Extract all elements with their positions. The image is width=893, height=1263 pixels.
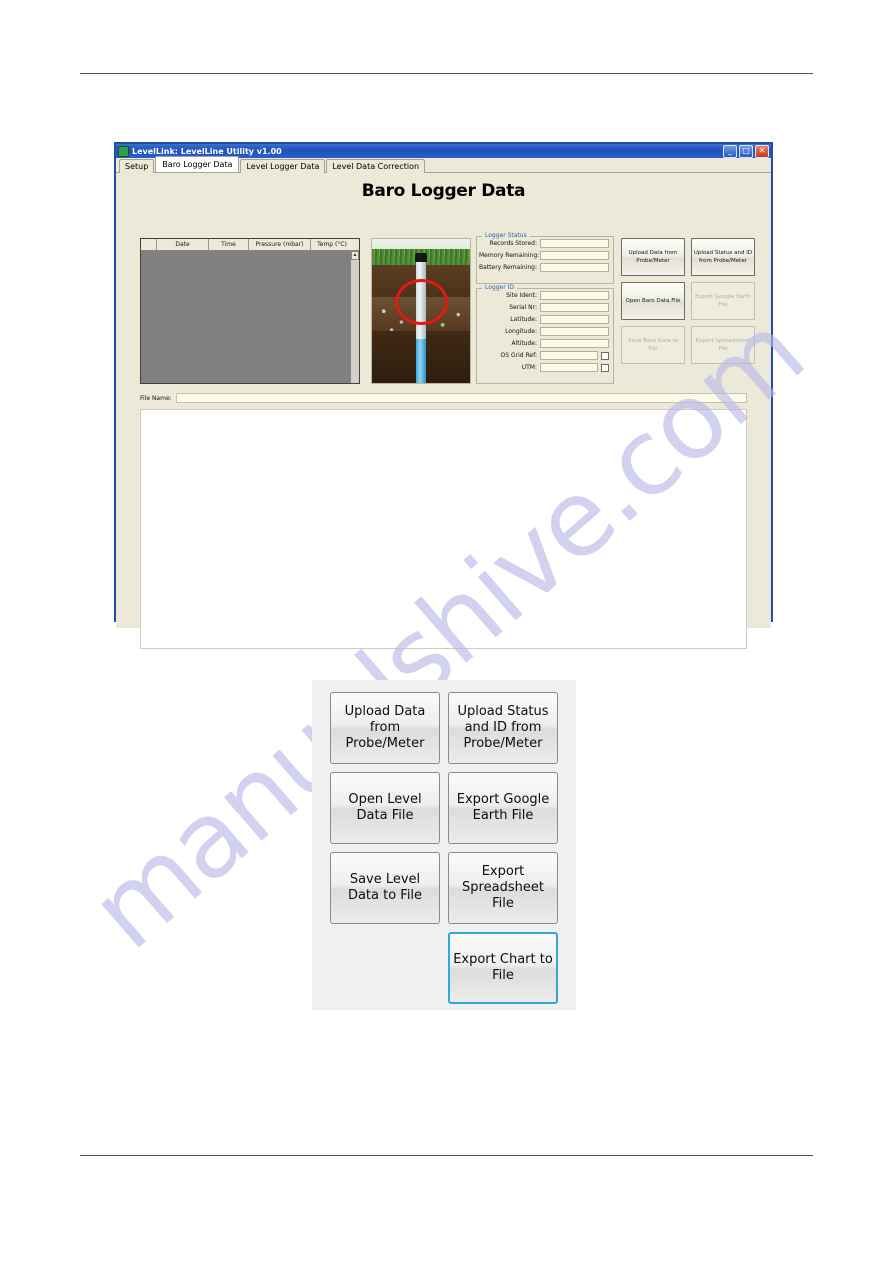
app-icon bbox=[118, 145, 129, 157]
grid-col-pressure: Pressure (mbar) bbox=[249, 239, 311, 250]
probe-lower-body bbox=[416, 339, 426, 383]
footer-rule bbox=[80, 1155, 813, 1156]
zoomed-button-panel: Upload Data from Probe/Meter Upload Stat… bbox=[312, 680, 576, 1010]
action-button-grid: Upload Data from Probe/Meter Upload Stat… bbox=[621, 238, 755, 364]
open-baro-data-file-button[interactable]: Open Baro Data File bbox=[621, 282, 685, 320]
minimize-button[interactable]: _ bbox=[723, 145, 737, 158]
chart-display-area bbox=[140, 409, 747, 649]
logger-id-group: Logger ID Site Ident: Serial Nr: Latitud… bbox=[476, 284, 614, 384]
field-label: Site Ident: bbox=[506, 292, 537, 299]
latitude-input[interactable] bbox=[540, 315, 609, 324]
export-google-earth-file-button: Export Google Earth File bbox=[691, 282, 755, 320]
callout-empty-slot bbox=[330, 932, 440, 1004]
grid-col-time: Time bbox=[209, 239, 249, 250]
tab-level-logger-data[interactable]: Level Logger Data bbox=[240, 159, 326, 173]
altitude-input[interactable] bbox=[540, 339, 609, 348]
upload-data-button[interactable]: Upload Data from Probe/Meter bbox=[621, 238, 685, 276]
callout-button-grid: Upload Data from Probe/Meter Upload Stat… bbox=[330, 692, 558, 1004]
field-longitude: Longitude: bbox=[479, 326, 609, 337]
field-latitude: Latitude: bbox=[479, 314, 609, 325]
field-utm: UTM: bbox=[479, 362, 609, 373]
field-altitude: Altitude: bbox=[479, 338, 609, 349]
tab-level-data-correction[interactable]: Level Data Correction bbox=[326, 159, 426, 173]
field-label: Memory Remaining: bbox=[479, 252, 540, 259]
scroll-up-icon[interactable]: ▲ bbox=[351, 251, 359, 260]
battery-remaining-input[interactable] bbox=[540, 263, 609, 272]
field-label: Serial Nr: bbox=[509, 304, 537, 311]
serial-nr-input[interactable] bbox=[540, 303, 609, 312]
upload-status-id-button[interactable]: Upload Status and ID from Probe/Meter bbox=[691, 238, 755, 276]
field-memory-remaining: Memory Remaining: bbox=[479, 250, 609, 261]
baro-data-grid[interactable]: Date Time Pressure (mbar) Temp (°C) ▲ bbox=[140, 238, 360, 384]
window-controls: _ □ ✕ bbox=[723, 145, 769, 158]
grid-col-temp: Temp (°C) bbox=[317, 241, 347, 248]
field-label: Battery Remaining: bbox=[479, 264, 537, 271]
field-label: Longitude: bbox=[505, 328, 537, 335]
page-title: Baro Logger Data bbox=[361, 181, 526, 201]
top-content-row: Date Time Pressure (mbar) Temp (°C) ▲ Lo… bbox=[116, 232, 771, 388]
field-serial-nr: Serial Nr: bbox=[479, 302, 609, 313]
tab-setup[interactable]: Setup bbox=[119, 159, 155, 173]
grid-col-index bbox=[141, 239, 157, 250]
probe-cap bbox=[415, 253, 427, 262]
site-ident-input[interactable] bbox=[540, 291, 609, 300]
field-label: Latitude: bbox=[510, 316, 537, 323]
field-label: UTM: bbox=[521, 364, 537, 371]
grid-col-date: Date bbox=[157, 239, 209, 250]
utm-input[interactable] bbox=[540, 363, 598, 372]
tab-baro-logger-data[interactable]: Baro Logger Data bbox=[155, 156, 240, 172]
logger-status-title: Logger Status bbox=[482, 232, 530, 239]
callout-export-spreadsheet-file-button[interactable]: Export Spreadsheet File bbox=[448, 852, 558, 924]
save-baro-data-to-file-button: Save Baro Data to File bbox=[621, 326, 685, 364]
minimize-icon: _ bbox=[728, 146, 732, 155]
field-label: Altitude: bbox=[511, 340, 537, 347]
client-area: Baro Logger Data Date Time Pressure (mba… bbox=[116, 181, 771, 649]
memory-remaining-input[interactable] bbox=[540, 251, 609, 260]
field-records-stored: Records Stored: bbox=[479, 238, 609, 249]
soil-profile-probe-image bbox=[371, 238, 471, 384]
field-label: Records Stored: bbox=[489, 240, 537, 247]
logger-id-title: Logger ID bbox=[482, 284, 517, 291]
file-name-input[interactable] bbox=[175, 393, 747, 403]
file-name-label: File Name: bbox=[140, 394, 172, 402]
callout-upload-status-id-button[interactable]: Upload Status and ID from Probe/Meter bbox=[448, 692, 558, 764]
callout-upload-data-button[interactable]: Upload Data from Probe/Meter bbox=[330, 692, 440, 764]
close-icon: ✕ bbox=[758, 146, 766, 155]
field-label: OS Grid Ref: bbox=[500, 352, 537, 359]
logger-status-group: Logger Status Records Stored: Memory Rem… bbox=[476, 232, 614, 284]
tab-strip: Setup Baro Logger Data Level Logger Data… bbox=[116, 156, 771, 173]
records-stored-input[interactable] bbox=[540, 239, 609, 248]
callout-export-google-earth-file-button[interactable]: Export Google Earth File bbox=[448, 772, 558, 844]
export-spreadsheet-file-button: Export Spreadsheet File bbox=[691, 326, 755, 364]
maximize-button[interactable]: □ bbox=[739, 145, 753, 158]
red-circle-annotation-icon bbox=[395, 279, 448, 325]
utm-checkbox[interactable] bbox=[601, 363, 609, 372]
application-window: LevelLink: LevelLine Utility v1.00 _ □ ✕… bbox=[114, 142, 773, 649]
longitude-input[interactable] bbox=[540, 327, 609, 336]
os-grid-ref-checkbox[interactable] bbox=[601, 351, 609, 360]
close-button[interactable]: ✕ bbox=[755, 145, 769, 158]
field-os-grid-ref: OS Grid Ref: bbox=[479, 350, 609, 361]
maximize-icon: □ bbox=[742, 146, 750, 155]
os-grid-ref-input[interactable] bbox=[540, 351, 598, 360]
callout-save-level-data-to-file-button[interactable]: Save Level Data to File bbox=[330, 852, 440, 924]
callout-open-level-data-file-button[interactable]: Open Level Data File bbox=[330, 772, 440, 844]
field-battery-remaining: Battery Remaining: bbox=[479, 262, 609, 273]
header-rule bbox=[80, 73, 813, 74]
file-name-row: File Name: bbox=[140, 393, 747, 403]
window-title: LevelLink: LevelLine Utility v1.00 bbox=[132, 146, 282, 156]
grid-header-row: Date Time Pressure (mbar) Temp (°C) bbox=[141, 239, 359, 251]
callout-export-chart-to-file-button[interactable]: Export Chart to File bbox=[448, 932, 558, 1004]
field-site-ident: Site Ident: bbox=[479, 290, 609, 301]
grid-scrollbar[interactable]: ▲ bbox=[350, 251, 359, 383]
